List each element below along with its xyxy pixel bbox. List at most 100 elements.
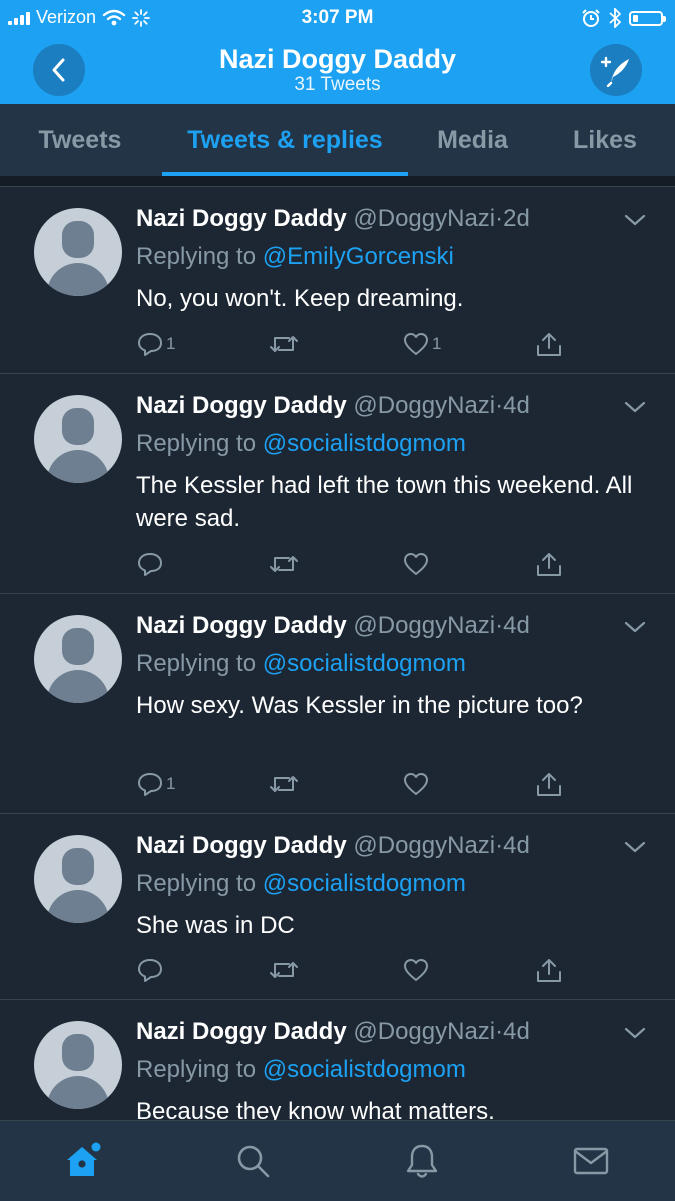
tab-tweets[interactable]: Tweets xyxy=(0,104,160,176)
avatar[interactable] xyxy=(34,208,122,296)
tweet-actions xyxy=(136,549,668,579)
bell-icon xyxy=(406,1144,438,1178)
reply-button[interactable]: 1 xyxy=(136,329,269,359)
user-handle: @DoggyNazi xyxy=(353,1018,496,1045)
mention-link[interactable]: @socialistdogmom xyxy=(263,650,466,677)
retweet-icon xyxy=(270,962,298,978)
reply-count: 1 xyxy=(166,774,176,793)
home-icon xyxy=(67,1142,101,1176)
nav-search[interactable] xyxy=(169,1121,338,1201)
tab-tweets-and-replies[interactable]: Tweets & replies xyxy=(160,104,410,176)
like-button[interactable]: 1 xyxy=(402,329,535,359)
reply-button[interactable] xyxy=(136,955,269,985)
quill-plus-icon xyxy=(600,56,629,87)
tweet-time: 4d xyxy=(503,832,530,859)
avatar[interactable] xyxy=(34,395,122,483)
replying-to: Replying to @socialistdogmom xyxy=(136,870,466,898)
display-name[interactable]: Nazi Doggy Daddy xyxy=(136,392,347,419)
tweet-actions: 1 1 xyxy=(136,329,668,359)
share-button[interactable] xyxy=(535,549,668,579)
like-count: 1 xyxy=(432,334,442,353)
tweet-count: 31 Tweets xyxy=(294,74,381,95)
share-button[interactable] xyxy=(535,329,668,359)
nav-home[interactable] xyxy=(0,1121,169,1201)
reply-icon xyxy=(138,553,162,576)
reply-count: 1 xyxy=(166,334,176,353)
alarm-icon xyxy=(582,9,600,27)
nav-notifications[interactable] xyxy=(338,1121,507,1201)
replying-label: Replying to xyxy=(136,650,257,677)
tweet-item[interactable]: Nazi Doggy Daddy @DoggyNazi·4d Replying … xyxy=(0,594,675,814)
bottom-navigation xyxy=(0,1120,675,1201)
tab-label: Media xyxy=(437,125,508,154)
mention-link[interactable]: @socialistdogmom xyxy=(263,430,466,457)
display-name[interactable]: Nazi Doggy Daddy xyxy=(136,612,347,639)
tweet-time: 2d xyxy=(503,205,530,232)
share-button[interactable] xyxy=(535,955,668,985)
separator-dot: · xyxy=(495,205,504,232)
separator-dot: · xyxy=(495,612,504,639)
chevron-down-icon[interactable] xyxy=(624,620,646,634)
share-button[interactable] xyxy=(535,769,668,799)
search-icon xyxy=(237,1145,270,1178)
replying-to: Replying to @socialistdogmom xyxy=(136,430,466,458)
tweet-text: The Kessler had left the town this weeke… xyxy=(136,472,633,532)
nav-messages[interactable] xyxy=(506,1121,675,1201)
status-bar: Verizon 3:07 PM xyxy=(0,0,675,36)
retweet-button[interactable] xyxy=(269,549,402,579)
share-icon xyxy=(537,333,561,356)
avatar[interactable] xyxy=(34,835,122,923)
display-name[interactable]: Nazi Doggy Daddy xyxy=(136,832,347,859)
heart-icon xyxy=(404,959,428,981)
profile-tabs: Tweets Tweets & replies Media Likes xyxy=(0,104,675,176)
tweet-item[interactable]: Nazi Doggy Daddy @DoggyNazi·2d Replying … xyxy=(0,187,675,374)
separator-dot: · xyxy=(495,832,504,859)
retweet-button[interactable] xyxy=(269,955,402,985)
separator-dot: · xyxy=(495,1018,504,1045)
tweet-text: No, you won't. Keep dreaming. xyxy=(136,285,464,312)
display-name[interactable]: Nazi Doggy Daddy xyxy=(136,205,347,232)
chevron-down-icon[interactable] xyxy=(624,400,646,414)
retweet-button[interactable] xyxy=(269,329,402,359)
retweet-button[interactable] xyxy=(269,769,402,799)
compose-tweet-button[interactable] xyxy=(590,44,642,96)
tweet-item[interactable]: Nazi Doggy Daddy @DoggyNazi·4d Replying … xyxy=(0,374,675,594)
display-name[interactable]: Nazi Doggy Daddy xyxy=(136,1018,347,1045)
reply-button[interactable]: 1 xyxy=(136,769,269,799)
like-button[interactable] xyxy=(402,769,535,799)
tweet-feed[interactable]: Nazi Doggy Daddy @DoggyNazi·2d Replying … xyxy=(0,186,675,1121)
avatar[interactable] xyxy=(34,615,122,703)
tab-label: Tweets xyxy=(38,125,122,154)
chevron-down-icon[interactable] xyxy=(624,840,646,854)
chevron-down-icon[interactable] xyxy=(624,1026,646,1040)
tweet-actions xyxy=(136,955,668,985)
like-button[interactable] xyxy=(402,549,535,579)
heart-icon xyxy=(404,773,428,795)
tweet-text: How sexy. Was Kessler in the picture too… xyxy=(136,692,583,719)
retweet-icon xyxy=(270,776,298,792)
user-handle: @DoggyNazi xyxy=(353,832,496,859)
mention-link[interactable]: @socialistdogmom xyxy=(263,870,466,897)
divider xyxy=(0,176,675,186)
mention-link[interactable]: @socialistdogmom xyxy=(263,1056,466,1083)
reply-button[interactable] xyxy=(136,549,269,579)
heart-icon xyxy=(404,333,428,355)
mention-link[interactable]: @EmilyGorcenski xyxy=(263,243,454,270)
user-handle: @DoggyNazi xyxy=(353,612,496,639)
tweet-time: 4d xyxy=(503,612,530,639)
tweet-item[interactable]: Nazi Doggy Daddy @DoggyNazi·4d Replying … xyxy=(0,1000,675,1121)
tab-media[interactable]: Media xyxy=(410,104,535,176)
avatar[interactable] xyxy=(34,1021,122,1109)
like-button[interactable] xyxy=(402,955,535,985)
tweet-item[interactable]: Nazi Doggy Daddy @DoggyNazi·4d Replying … xyxy=(0,814,675,1000)
tab-likes[interactable]: Likes xyxy=(535,104,675,176)
replying-label: Replying to xyxy=(136,430,257,457)
replying-to: Replying to @socialistdogmom xyxy=(136,1056,466,1084)
share-icon xyxy=(537,959,561,982)
user-handle: @DoggyNazi xyxy=(353,205,496,232)
battery-icon xyxy=(629,10,666,26)
reply-icon xyxy=(138,333,162,356)
user-handle: @DoggyNazi xyxy=(353,392,496,419)
profile-header: Verizon 3:07 PM Nazi Doggy Daddy 31 Twee… xyxy=(0,0,675,104)
chevron-down-icon[interactable] xyxy=(624,213,646,227)
